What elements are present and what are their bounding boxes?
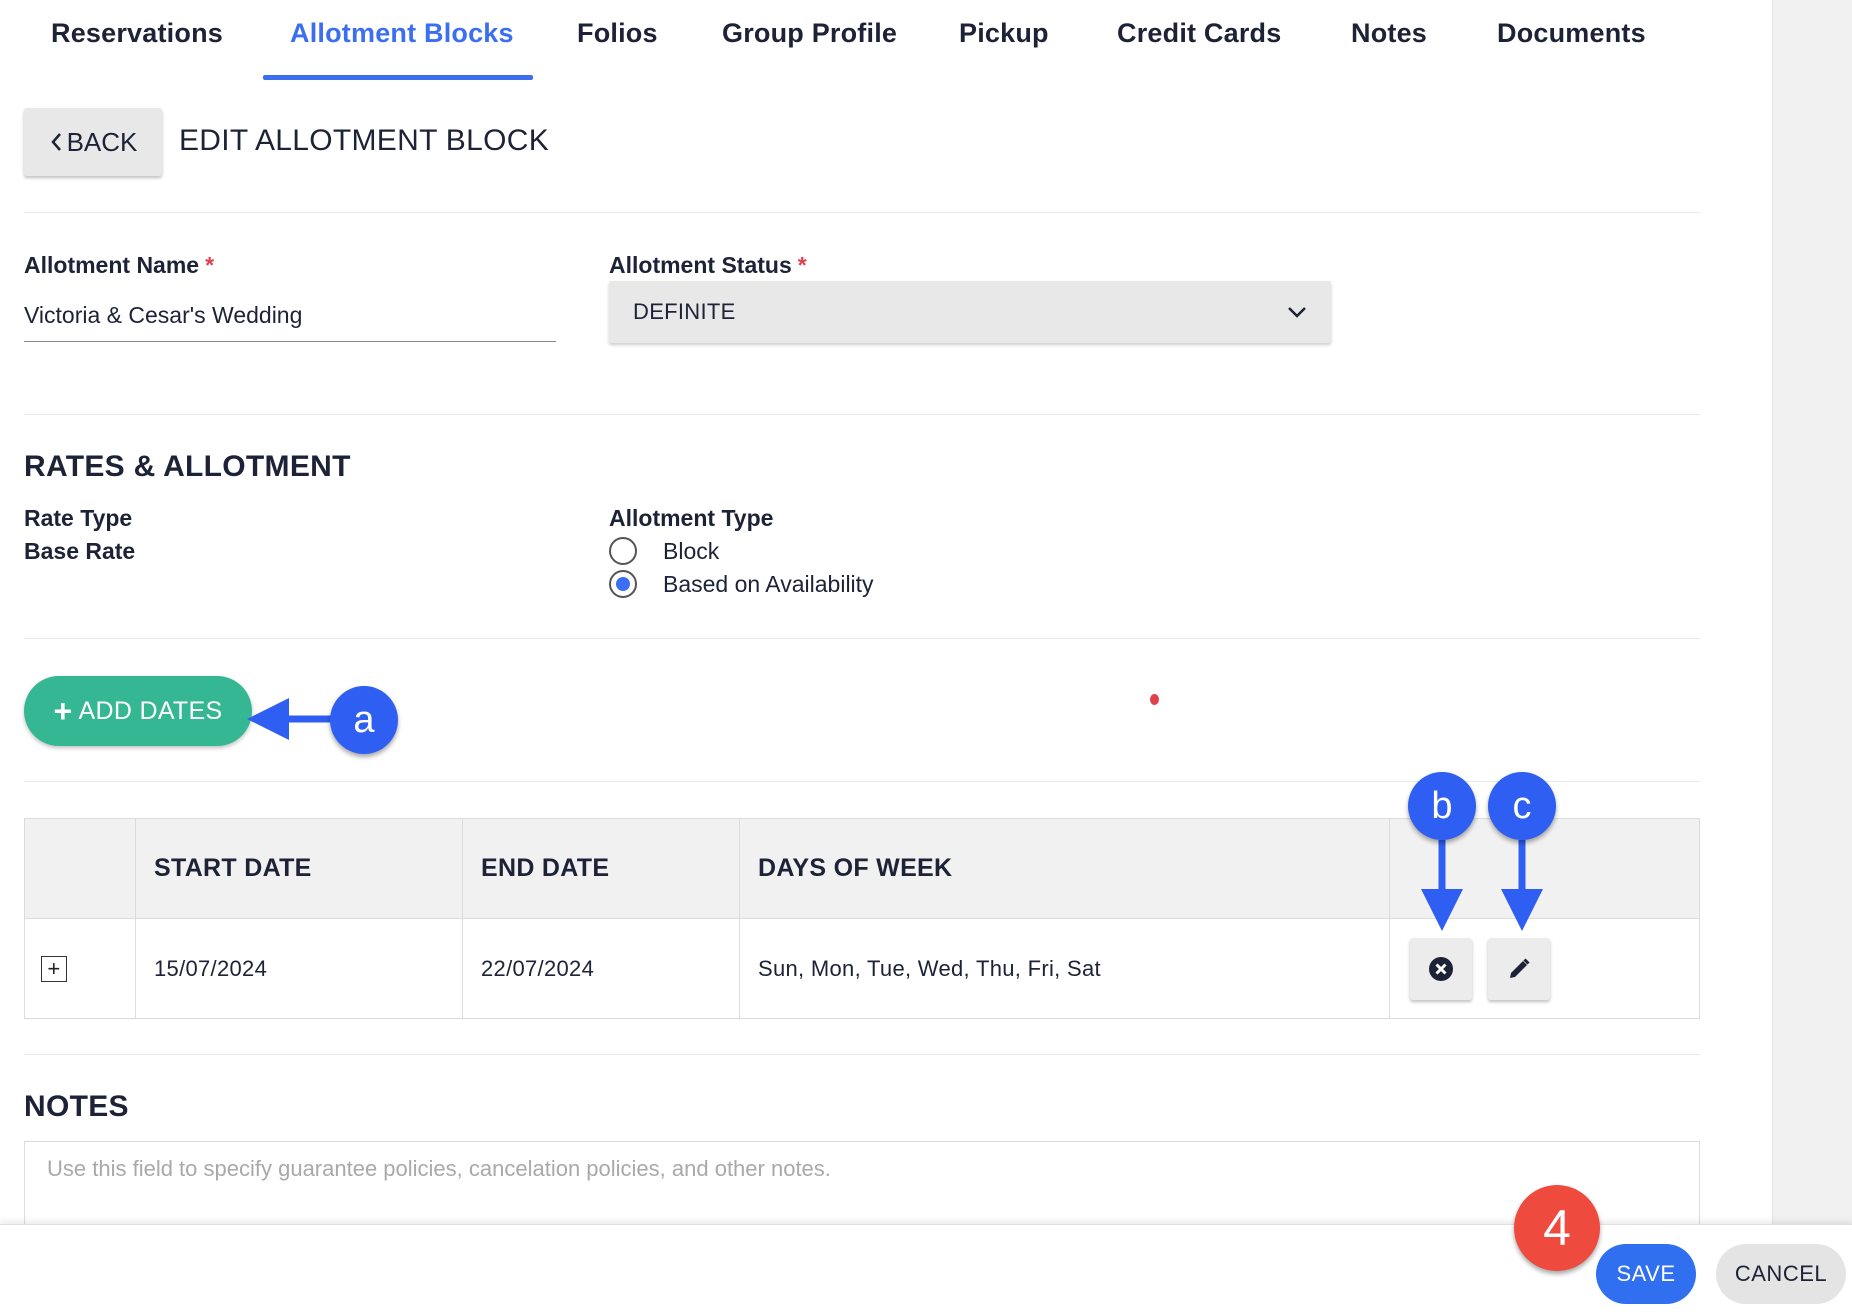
divider bbox=[24, 1054, 1700, 1055]
chevron-left-icon bbox=[50, 133, 61, 151]
tab-notes[interactable]: Notes bbox=[1351, 18, 1427, 49]
allotment-status-value: DEFINITE bbox=[633, 299, 736, 324]
rates-section-title: RATES & ALLOTMENT bbox=[24, 450, 351, 483]
tab-bar: Reservations Allotment Blocks Folios Gro… bbox=[0, 0, 1772, 80]
days-of-week-header: DAYS OF WEEK bbox=[739, 818, 1390, 919]
tab-pickup[interactable]: Pickup bbox=[959, 18, 1049, 49]
callout-step-4: 4 bbox=[1514, 1185, 1600, 1271]
tab-allotment-blocks[interactable]: Allotment Blocks bbox=[290, 18, 514, 49]
table-row: + 15/07/2024 22/07/2024 Sun, Mon, Tue, W… bbox=[24, 918, 1700, 1019]
required-mark: * bbox=[205, 252, 215, 278]
radio-based-on-availability[interactable]: Based on Availability bbox=[609, 570, 874, 598]
tab-documents[interactable]: Documents bbox=[1497, 18, 1646, 49]
allotment-status-label: Allotment Status * bbox=[609, 252, 807, 278]
expand-column-header bbox=[24, 818, 136, 919]
divider bbox=[24, 212, 1700, 213]
allotment-name-input[interactable] bbox=[24, 290, 556, 342]
days-of-week-cell: Sun, Mon, Tue, Wed, Thu, Fri, Sat bbox=[739, 918, 1390, 1019]
base-rate-label: Base Rate bbox=[24, 538, 136, 564]
delete-button[interactable] bbox=[1410, 937, 1472, 1000]
radio-based-on-availability-label: Based on Availability bbox=[663, 570, 874, 597]
tab-folios[interactable]: Folios bbox=[577, 18, 658, 49]
tab-group-profile[interactable]: Group Profile bbox=[722, 18, 897, 49]
callout-c: c bbox=[1488, 772, 1556, 840]
back-button-label: BACK bbox=[66, 126, 138, 157]
pencil-icon bbox=[1510, 957, 1530, 978]
scrollbar-track[interactable] bbox=[1772, 0, 1852, 1230]
add-dates-label: ADD DATES bbox=[78, 696, 223, 725]
date-ranges-table: START DATE END DATE DAYS OF WEEK + 15/07… bbox=[24, 818, 1700, 1019]
tab-reservations[interactable]: Reservations bbox=[51, 18, 223, 49]
plus-icon: + bbox=[53, 693, 73, 729]
active-tab-indicator bbox=[263, 75, 533, 80]
radio-block-label: Block bbox=[663, 537, 720, 564]
chevron-down-icon bbox=[1288, 307, 1306, 318]
divider bbox=[24, 414, 1700, 415]
cancel-button[interactable]: CANCEL bbox=[1716, 1244, 1846, 1304]
radio-block[interactable]: Block bbox=[609, 537, 719, 565]
allotment-name-label: Allotment Name * bbox=[24, 252, 215, 278]
end-date-header: END DATE bbox=[462, 818, 740, 919]
save-button[interactable]: SAVE bbox=[1596, 1244, 1696, 1304]
expand-row-icon[interactable]: + bbox=[41, 955, 67, 982]
start-date-cell: 15/07/2024 bbox=[135, 918, 463, 1019]
actions-cell bbox=[1389, 918, 1700, 1019]
required-mark: * bbox=[797, 252, 807, 278]
edit-button[interactable] bbox=[1488, 937, 1551, 1000]
callout-a: a bbox=[330, 686, 398, 754]
radio-circle-selected[interactable] bbox=[609, 570, 637, 598]
allotment-type-label: Allotment Type bbox=[609, 505, 774, 531]
end-date-cell: 22/07/2024 bbox=[462, 918, 740, 1019]
allotment-status-select[interactable]: DEFINITE bbox=[609, 281, 1331, 343]
divider bbox=[24, 638, 1700, 639]
notes-section-title: NOTES bbox=[24, 1090, 129, 1123]
rate-type-label: Rate Type bbox=[24, 505, 133, 531]
page-title: EDIT ALLOTMENT BLOCK bbox=[179, 124, 549, 157]
radio-circle[interactable] bbox=[609, 537, 637, 565]
add-dates-button[interactable]: + ADD DATES bbox=[24, 676, 252, 746]
back-button[interactable]: BACK bbox=[24, 108, 162, 176]
expand-cell: + bbox=[24, 918, 136, 1019]
callout-b: b bbox=[1408, 772, 1476, 840]
start-date-header: START DATE bbox=[135, 818, 463, 919]
close-circle-icon bbox=[1429, 956, 1453, 981]
tab-credit-cards[interactable]: Credit Cards bbox=[1117, 18, 1281, 49]
cursor-dot bbox=[1150, 694, 1159, 705]
annotation-arrows bbox=[247, 698, 1543, 931]
